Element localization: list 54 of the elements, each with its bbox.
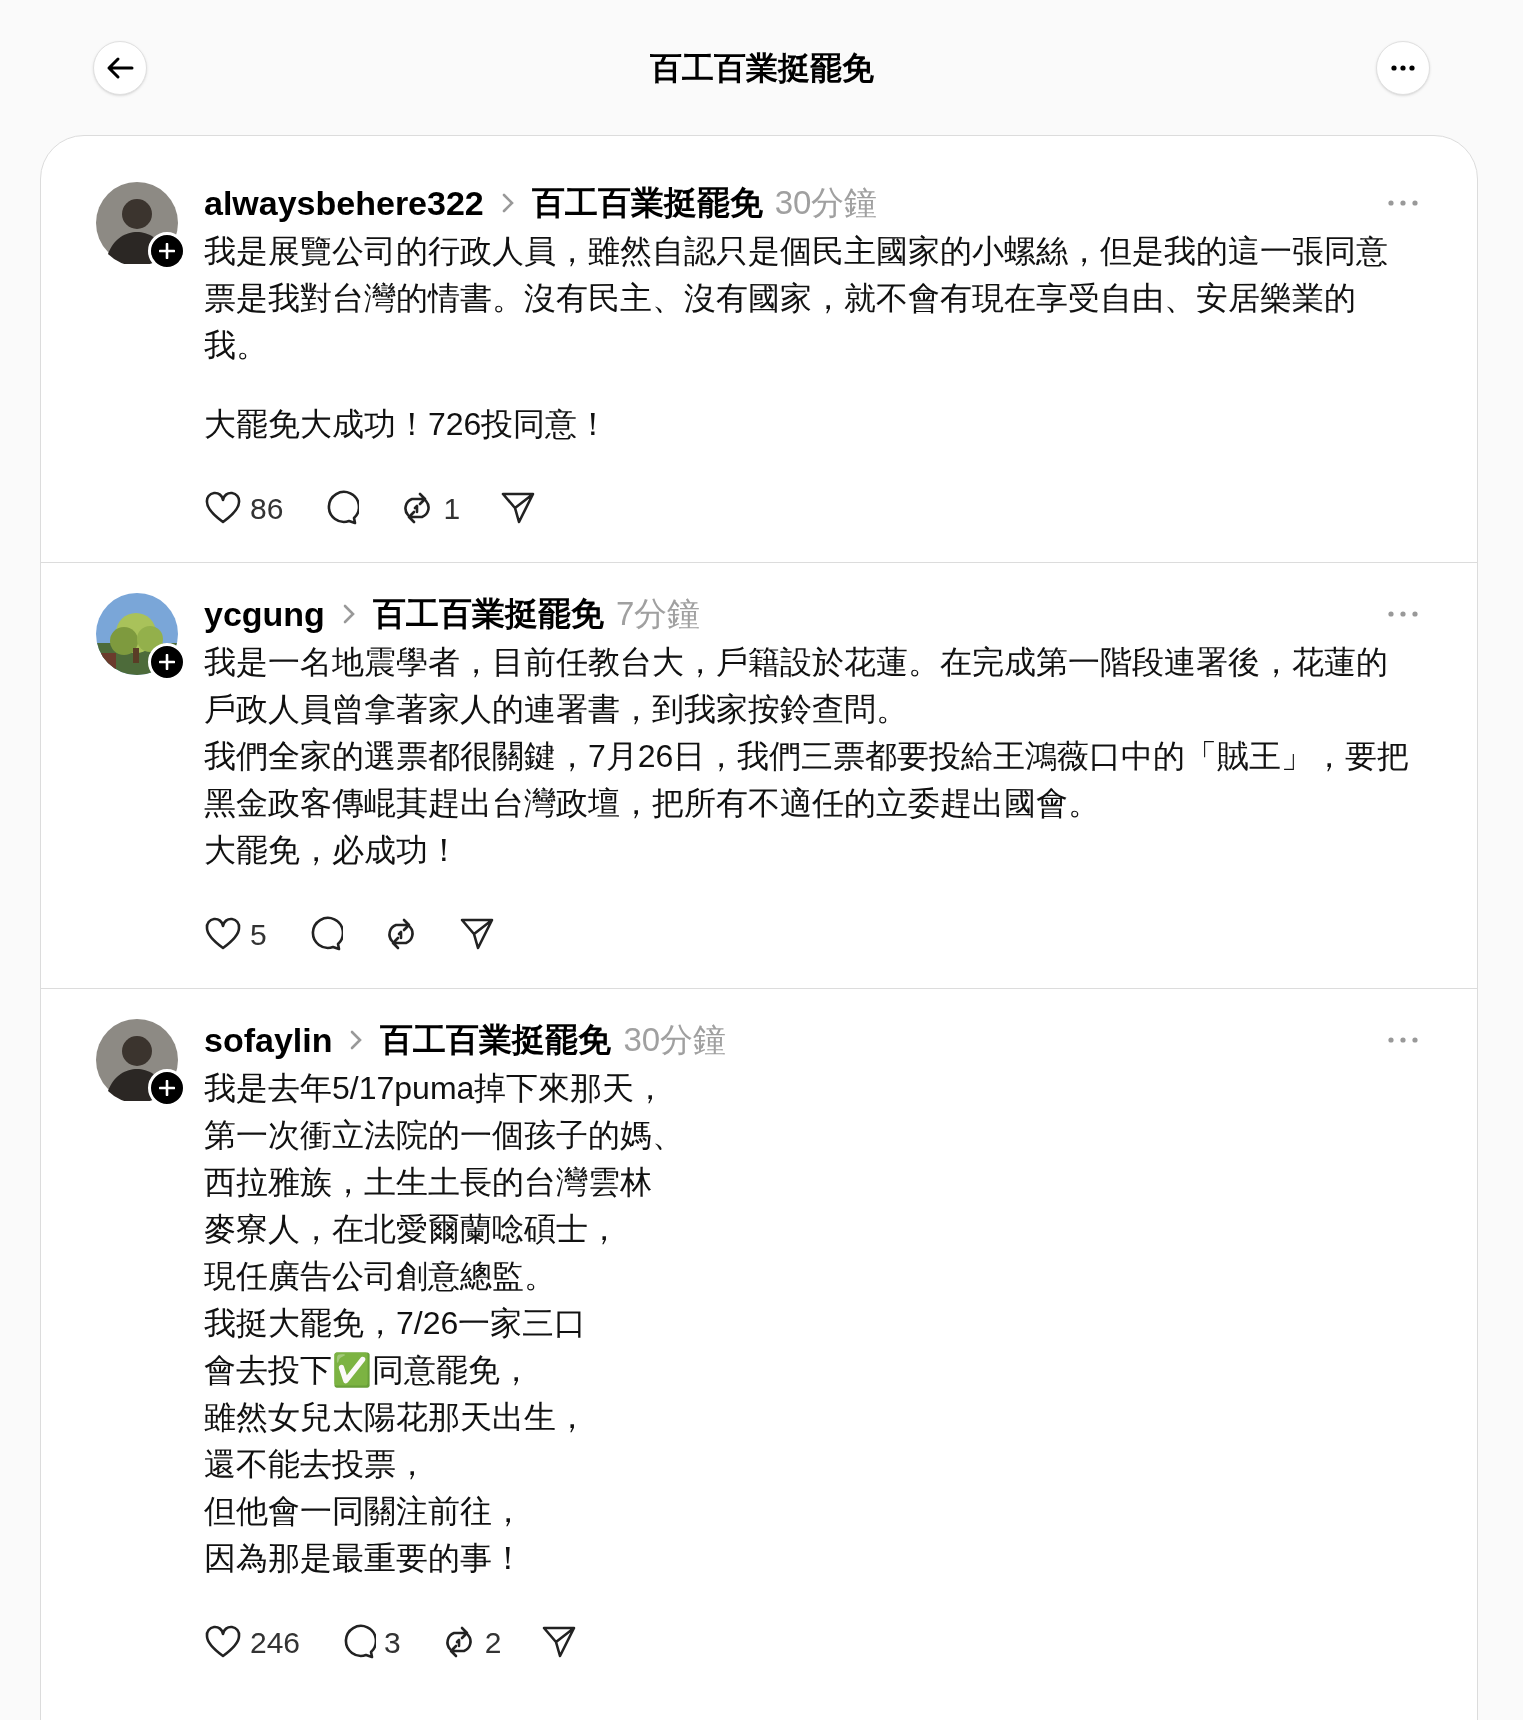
plus-icon [159, 1080, 175, 1096]
more-icon [1388, 1037, 1418, 1043]
post-text: 雖然女兒太陽花那天出生， [204, 1398, 589, 1437]
post-time: 30分鐘 [623, 1020, 727, 1061]
community-link[interactable]: 百工百業挺罷免 [372, 589, 604, 639]
share-button[interactable] [458, 917, 495, 951]
post-text: 麥寮人，在北愛爾蘭唸碩士， [204, 1210, 621, 1249]
like-button[interactable]: 5 [204, 911, 267, 957]
heart-icon [204, 917, 242, 951]
post-text: 會去投下✅同意罷免， [204, 1351, 533, 1390]
plus-icon [159, 243, 175, 259]
like-button[interactable]: 86 [204, 485, 284, 531]
username-link[interactable]: alwaysbehere322 [204, 177, 484, 229]
more-icon [1388, 200, 1418, 206]
more-icon [1391, 64, 1415, 71]
post-text: 我是展覽公司的行政人員，雖然自認只是個民主國家的小螺絲，但是我的這一張同意票是我對台灣的情書。沒有民主、沒有國家，就不會有現在享受自由、安居樂業的我。 [204, 232, 1389, 365]
post-text: 我是去年5/17puma掉下來那天， [204, 1069, 668, 1108]
page-title: 百工百業挺罷免 [649, 48, 874, 88]
chevron-right-icon [342, 604, 355, 624]
post-text: 因為那是最重要的事！ [204, 1539, 525, 1578]
share-icon [500, 491, 537, 525]
repost-button[interactable]: 2 [440, 1619, 502, 1665]
share-icon [541, 1625, 578, 1659]
post-text: 我挺大罷免，7/26一家三口 [204, 1304, 588, 1343]
more-button[interactable] [1376, 40, 1430, 95]
plus-icon [159, 654, 175, 670]
chevron-right-icon [350, 1030, 363, 1050]
back-button[interactable] [93, 40, 147, 95]
username-link[interactable]: ycgung [204, 588, 325, 640]
post-text: 我是一名地震學者，目前任教台大，戶籍設於花蓮。在完成第一階段連署後，花蓮的戶政人員曾拿著家人的連署書，到我家按鈴查問。 [204, 643, 1389, 729]
heart-icon [204, 1625, 242, 1659]
post-time: 30分鐘 [774, 183, 878, 224]
reply-button[interactable]: 3 [340, 1619, 401, 1665]
community-link[interactable]: 百工百業挺罷免 [380, 1015, 612, 1065]
post-text: 西拉雅族，土生土長的台灣雲林 [204, 1163, 653, 1202]
share-button[interactable] [500, 491, 537, 525]
chevron-right-icon [501, 193, 514, 213]
post-text: 大罷免大成功！726投同意！ [204, 405, 611, 444]
community-link[interactable]: 百工百業挺罷免 [531, 178, 763, 228]
post-text: 我們全家的選票都很關鍵，7月26日，我們三票都要投給王鴻薇口中的「賊王」，要把黑金政客傳崐萁趕出台灣政壇，把所有不適任的立委趕出國會。 [204, 737, 1411, 823]
heart-icon [204, 491, 242, 525]
post-text: 現任廣告公司創意總監。 [204, 1257, 557, 1296]
share-button[interactable] [541, 1625, 578, 1659]
post-text: 第一次衝立法院的一個孩子的媽、 [204, 1116, 685, 1155]
share-icon [458, 917, 495, 951]
post-text: 但他會一同關注前往， [204, 1492, 525, 1531]
post-time: 7分鐘 [615, 594, 701, 635]
username-link[interactable]: sofaylin [204, 1014, 333, 1066]
more-icon [1388, 611, 1418, 617]
post-text: 還不能去投票， [204, 1445, 429, 1484]
repost-button[interactable]: 1 [399, 485, 461, 531]
back-arrow-icon [106, 55, 134, 80]
like-button[interactable]: 246 [204, 1619, 301, 1665]
post-text: 大罷免，必成功！ [204, 831, 461, 870]
